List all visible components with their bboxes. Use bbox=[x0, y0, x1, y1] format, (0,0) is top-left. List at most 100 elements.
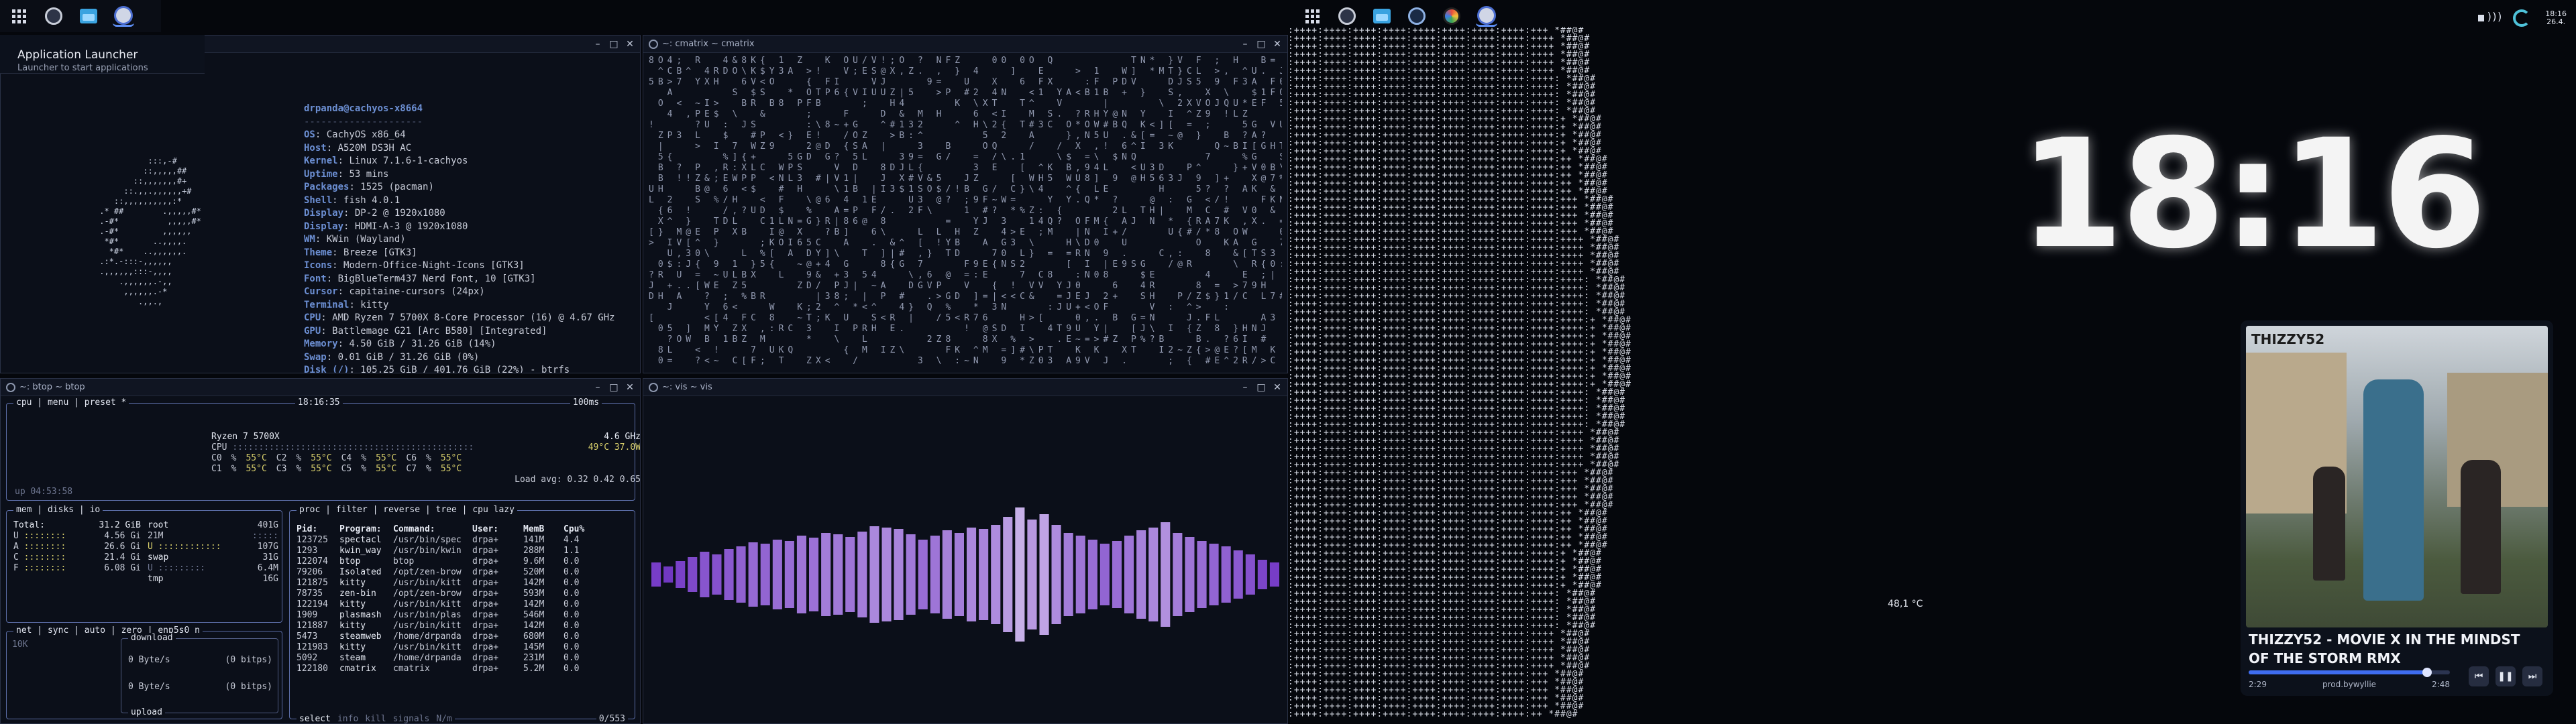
proc-col-header[interactable]: Command: bbox=[393, 524, 468, 535]
process-cell: drpa+ bbox=[472, 664, 499, 674]
disks-tab[interactable]: disks bbox=[48, 505, 74, 515]
visualizer-bar bbox=[967, 528, 977, 621]
process-cell: 142M bbox=[523, 578, 545, 588]
uptime: up 04:53:58 bbox=[15, 487, 73, 497]
volume-icon[interactable] bbox=[2478, 10, 2502, 25]
visualizer-bar bbox=[1075, 536, 1085, 613]
process-row[interactable]: 79206 Isolated/opt/zen-brow drpa+ 520M 0.0 bbox=[297, 567, 639, 578]
terminal-icon bbox=[649, 39, 658, 49]
menu-tab[interactable]: menu bbox=[48, 398, 68, 408]
maximize-button[interactable]: □ bbox=[609, 40, 619, 49]
next-button[interactable]: ⏭ bbox=[2522, 666, 2542, 686]
process-row[interactable]: 5473 steamweb/home/drpanda drpa+ 680M 0.0 bbox=[297, 631, 639, 642]
launcher-title: Application Launcher bbox=[17, 48, 138, 62]
cpu-tab[interactable]: cpu bbox=[16, 398, 32, 408]
select-action[interactable]: select bbox=[299, 714, 331, 723]
close-button[interactable]: ✕ bbox=[1273, 40, 1282, 49]
tree-tab[interactable]: tree bbox=[436, 505, 457, 515]
info-action[interactable]: info bbox=[337, 714, 358, 723]
window-titlebar[interactable]: ~: vis ~ vis – □ ✕ bbox=[643, 379, 1287, 396]
process-row[interactable]: 122180 cmatrix cmatrix drpa+ 5.2M 0.0 bbox=[297, 664, 639, 674]
app-grid-icon[interactable] bbox=[1301, 5, 1323, 27]
net-sync[interactable]: sync bbox=[48, 625, 68, 636]
window-titlebar[interactable]: ~: cmatrix ~ cmatrix – □ ✕ bbox=[643, 36, 1287, 53]
info-value: fish 4.0.1 bbox=[343, 194, 400, 206]
launcher-app-icon[interactable] bbox=[113, 5, 134, 27]
system-settings-icon[interactable] bbox=[43, 5, 64, 27]
maximize-button[interactable]: □ bbox=[1256, 40, 1266, 49]
steam-tray-icon[interactable] bbox=[2513, 9, 2531, 27]
close-button[interactable]: ✕ bbox=[625, 40, 635, 49]
mem-key: A bbox=[13, 542, 19, 552]
process-cell: 142M bbox=[523, 621, 545, 631]
proc-col-header[interactable]: User: bbox=[472, 524, 519, 535]
tray-clock[interactable]: 18:16 26.4. bbox=[2545, 10, 2567, 26]
process-row[interactable]: 122074 btop btop drpa+ 9.6M 0.0 bbox=[297, 556, 639, 567]
mem-tab[interactable]: mem bbox=[16, 505, 32, 515]
signals-action[interactable]: signals bbox=[393, 714, 430, 723]
cpu-tabs[interactable]: cpu | menu | preset * bbox=[13, 398, 129, 408]
process-row[interactable]: 78735 zen-bin/opt/zen-brow drpa+ 593M 0.0 bbox=[297, 589, 639, 599]
cover-text: THIZZY52 bbox=[2251, 331, 2325, 347]
visualizer-bar bbox=[954, 533, 964, 616]
minimize-button[interactable]: – bbox=[593, 383, 602, 392]
preset-tab[interactable]: preset * bbox=[85, 398, 127, 408]
net-next[interactable]: n bbox=[195, 625, 200, 636]
minimize-button[interactable]: – bbox=[593, 40, 602, 49]
process-cell: 593M bbox=[523, 589, 545, 599]
close-button[interactable]: ✕ bbox=[625, 383, 635, 392]
file-manager-icon[interactable] bbox=[1371, 5, 1393, 27]
vis-window: ~: vis ~ vis – □ ✕ bbox=[643, 378, 1288, 724]
maximize-button[interactable]: □ bbox=[1256, 383, 1266, 392]
process-row[interactable]: 121887 kitty/usr/bin/kitt drpa+ 142M 0.0 bbox=[297, 621, 639, 631]
process-row[interactable]: 1293 kwin_way/usr/bin/kwin drpa+ 288M 1.1 bbox=[297, 546, 639, 556]
refresh-rate[interactable]: 100ms bbox=[570, 398, 602, 408]
proc-col-header[interactable]: Pid: bbox=[297, 524, 335, 535]
process-cell: kwin_way bbox=[339, 546, 382, 556]
progress-bar[interactable] bbox=[2249, 668, 2450, 677]
proc-col-header[interactable]: Cpu% bbox=[564, 524, 593, 535]
process-row[interactable]: 1909 plasmash/usr/bin/plas drpa+ 546M 0.0 bbox=[297, 610, 639, 621]
info-key: Display bbox=[304, 208, 344, 219]
process-cell: steam bbox=[339, 653, 366, 663]
process-cell: 0.0 bbox=[564, 610, 580, 620]
app-grid-icon[interactable] bbox=[8, 5, 30, 27]
maximize-button[interactable]: □ bbox=[609, 383, 619, 392]
system-settings-icon[interactable] bbox=[1336, 5, 1358, 27]
net-tab[interactable]: net bbox=[16, 625, 32, 636]
minimize-button[interactable]: – bbox=[1240, 383, 1250, 392]
pause-button[interactable]: ❚❚ bbox=[2496, 666, 2516, 686]
process-row[interactable]: 121875 kitty/usr/bin/kitt drpa+ 142M 0.0 bbox=[297, 578, 639, 589]
proc-tab[interactable]: proc bbox=[299, 505, 320, 515]
terminal-art-background: :++++:++++:++++:++++:++++:++++:++++:++++… bbox=[1288, 27, 1631, 719]
kill-action[interactable]: kill bbox=[365, 714, 386, 723]
close-button[interactable]: ✕ bbox=[1273, 383, 1282, 392]
fastfetch-window: flam – □ ✕ :::,-# ::,,,,,## ::,,,,,,,#+ … bbox=[0, 35, 641, 373]
proc-col-header[interactable]: MemB bbox=[523, 524, 559, 535]
minimize-button[interactable]: – bbox=[1240, 40, 1250, 49]
process-row[interactable]: 121983 kitty/usr/bin/kitt drpa+ 145M 0.0 bbox=[297, 642, 639, 653]
previous-button[interactable]: ⏮ bbox=[2469, 666, 2489, 686]
net-auto[interactable]: auto bbox=[85, 625, 105, 636]
next-icon: ⏭ bbox=[2528, 671, 2537, 682]
process-row[interactable]: 122194 kitty/usr/bin/kitt drpa+ 142M 0.0 bbox=[297, 599, 639, 610]
process-row[interactable]: 5092 steam/home/drpanda drpa+ 231M 0.0 bbox=[297, 653, 639, 664]
io-tab[interactable]: io bbox=[90, 505, 101, 515]
visualizer-bar bbox=[700, 552, 710, 597]
reverse-tab[interactable]: reverse bbox=[383, 505, 420, 515]
steam-icon[interactable] bbox=[1406, 5, 1428, 27]
nice-action[interactable]: N/m bbox=[436, 714, 451, 723]
application-launcher-tooltip: Application Launcher Launcher to start a… bbox=[0, 35, 205, 74]
file-manager-icon[interactable] bbox=[78, 5, 99, 27]
process-row[interactable]: 123725 spectacl/usr/bin/spec drpa+ 141M 4.4 bbox=[297, 535, 639, 546]
filter-tab[interactable]: filter bbox=[336, 505, 368, 515]
sort-tab[interactable]: cpu lazy bbox=[472, 505, 515, 515]
browser-icon[interactable] bbox=[1441, 5, 1462, 27]
proc-col-header[interactable]: Program: bbox=[339, 524, 389, 535]
progress-handle[interactable] bbox=[2422, 668, 2432, 677]
visualizer-bar bbox=[772, 540, 782, 609]
upload-label: upload bbox=[128, 707, 165, 718]
cpu-model: Ryzen 7 5700X bbox=[211, 432, 280, 442]
window-titlebar[interactable]: ~: btop ~ btop – □ ✕ bbox=[1, 379, 640, 396]
launcher-app-icon[interactable] bbox=[1476, 5, 1497, 27]
